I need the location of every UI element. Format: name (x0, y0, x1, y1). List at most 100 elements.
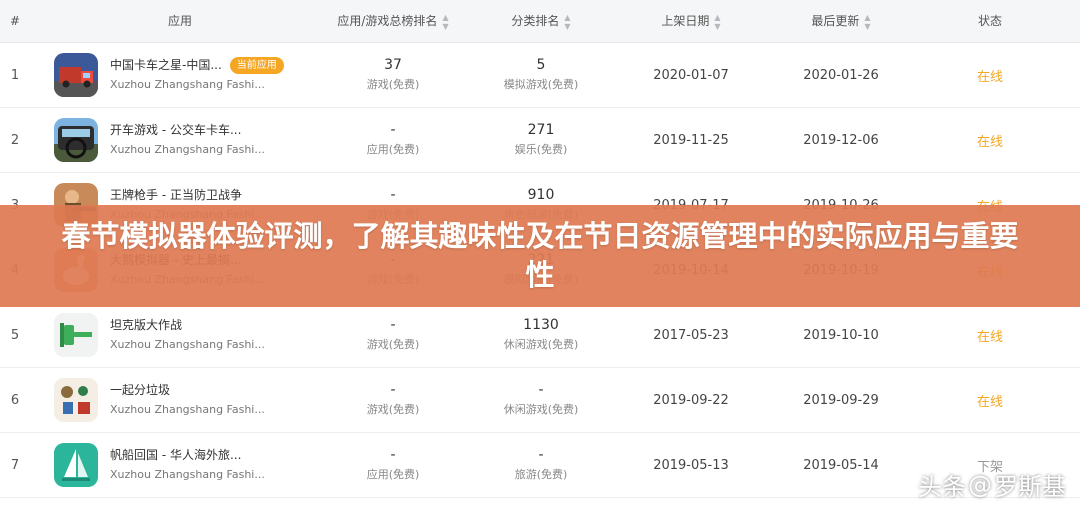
last-update-cell: 2020-01-26 (766, 43, 916, 107)
last-update-cell: 2019-05-14 (766, 433, 916, 497)
header-total-rank[interactable]: 应用/游戏总榜排名 ▲ ▼ (318, 0, 468, 42)
at-icon: @ (968, 470, 992, 499)
total-rank-cell: - 游戏(免费) (318, 303, 468, 367)
status-cell: 在线 (940, 303, 1040, 367)
last-update-cell: 2019-09-29 (766, 368, 916, 432)
total-rank-category: 应用(免费) (366, 143, 420, 156)
launch-date: 2019-11-25 (653, 132, 729, 148)
rank-cell: 7 (0, 433, 30, 497)
category-rank-value: - (538, 382, 544, 398)
total-rank-value: - (390, 382, 396, 398)
last-update-date: 2019-09-29 (803, 392, 879, 408)
category-rank-value: 1130 (523, 317, 559, 333)
app-cell[interactable]: 中国卡车之星-中国... 当前应用 Xuzhou Zhangshang Fashi.… (54, 43, 314, 107)
developer-name: Xuzhou Zhangshang Fashi... (110, 403, 265, 416)
sort-icon[interactable]: ▲ ▼ (442, 13, 448, 31)
category-rank-value: 910 (527, 187, 555, 203)
developer-name: Xuzhou Zhangshang Fashi... (110, 78, 265, 91)
header-app: 应用 (167, 14, 192, 28)
total-rank-value: - (390, 447, 396, 463)
status-badge: 在线 (976, 69, 1003, 85)
category-rank-category: 休闲游戏(免费) (503, 403, 579, 416)
table-row[interactable]: 6 一起分垃圾 Xuzhou Zhangshang Fashi... - 游戏(免费) -… (0, 368, 1080, 433)
bus-driving-icon[interactable] (54, 118, 98, 162)
rank-cell: 1 (0, 43, 30, 107)
article-title: 春节模拟器体验评测，了解其趣味性及在节日资源管理中的实际应用与重要性 (61, 219, 1019, 292)
total-rank-value: - (390, 122, 396, 138)
category-rank-category: 模拟游戏(免费) (503, 78, 579, 91)
launch-date: 2017-05-23 (653, 327, 729, 343)
last-update-date: 2019-05-14 (803, 457, 879, 473)
table-row[interactable]: 5 坦克版大作战 Xuzhou Zhangshang Fashi... - 游戏(免费)… (0, 303, 1080, 368)
app-cell[interactable]: 开车游戏 - 公交车卡车... Xuzhou Zhangshang Fashi..… (54, 108, 314, 172)
launch-date: 2019-09-22 (653, 392, 729, 408)
category-rank-value: 271 (527, 122, 555, 138)
total-rank-value: - (390, 317, 396, 333)
table-row[interactable]: 2 开车游戏 - 公交车卡车... Xuzhou Zhangshang Fashi.… (0, 108, 1080, 173)
watermark-name: 罗斯基 (994, 473, 1066, 501)
header-category-rank[interactable]: 分类排名 ▲ ▼ (466, 0, 616, 42)
last-update-date: 2019-10-10 (803, 327, 879, 343)
rank-cell: 2 (0, 108, 30, 172)
header-launch-date[interactable]: 上架日期 ▲ ▼ (616, 0, 766, 42)
total-rank-category: 应用(免费) (366, 468, 420, 481)
header-rank: # (9, 14, 21, 28)
launch-date-cell: 2019-11-25 (616, 108, 766, 172)
launch-date: 2020-01-07 (653, 67, 729, 83)
developer-name: Xuzhou Zhangshang Fashi... (110, 143, 265, 156)
status-badge: 在线 (976, 134, 1003, 150)
app-name[interactable]: 中国卡车之星-中国... (110, 58, 222, 72)
sailboat-icon[interactable] (54, 443, 98, 487)
total-rank-value: - (390, 187, 396, 203)
rank-number: 7 (10, 457, 20, 473)
category-rank-cell: 5 模拟游戏(免费) (466, 43, 616, 107)
total-rank-cell: - 游戏(免费) (318, 368, 468, 432)
status-cell: 在线 (940, 108, 1040, 172)
total-rank-cell: - 应用(免费) (318, 108, 468, 172)
truck-game-icon[interactable] (54, 53, 98, 97)
last-update-date: 2020-01-26 (803, 67, 879, 83)
table-header: # 应用 应用/游戏总榜排名 ▲ ▼ 分类排名 ▲ ▼ 上架日期 ▲ ▼ 最后更新 ▲ ▼ 状态 (0, 0, 1080, 43)
launch-date: 2019-05-13 (653, 457, 729, 473)
app-cell[interactable]: 帆船回国 - 华人海外旅... Xuzhou Zhangshang Fashi..… (54, 433, 314, 497)
total-rank-cell: 37 游戏(免费) (318, 43, 468, 107)
app-name[interactable]: 王牌枪手 - 正当防卫战争 (110, 188, 242, 202)
category-rank-category: 旅游(免费) (514, 468, 568, 481)
total-rank-value: 37 (384, 57, 402, 73)
status-cell: 在线 (940, 43, 1040, 107)
category-rank-cell: - 旅游(免费) (466, 433, 616, 497)
tank-game-icon[interactable] (54, 313, 98, 357)
article-title-banner: 春节模拟器体验评测，了解其趣味性及在节日资源管理中的实际应用与重要性 (0, 205, 1080, 307)
table-row[interactable]: 1 中国卡车之星-中国... 当前应用 Xuzhou Zhangshang Fashi… (0, 43, 1080, 108)
last-update-cell: 2019-12-06 (766, 108, 916, 172)
launch-date-cell: 2020-01-07 (616, 43, 766, 107)
category-rank-cell: - 休闲游戏(免费) (466, 368, 616, 432)
app-name[interactable]: 一起分垃圾 (110, 383, 170, 397)
category-rank-cell: 1130 休闲游戏(免费) (466, 303, 616, 367)
sort-icon[interactable]: ▲ ▼ (714, 13, 720, 31)
rank-number: 6 (10, 392, 20, 408)
app-name[interactable]: 坦克版大作战 (110, 318, 182, 332)
current-app-badge: 当前应用 (229, 57, 284, 74)
rank-cell: 5 (0, 303, 30, 367)
last-update-cell: 2019-10-10 (766, 303, 916, 367)
app-name[interactable]: 开车游戏 - 公交车卡车... (110, 123, 241, 137)
category-rank-category: 休闲游戏(免费) (503, 338, 579, 351)
launch-date-cell: 2019-05-13 (616, 433, 766, 497)
sort-icon[interactable]: ▲ ▼ (564, 13, 570, 31)
status-badge: 在线 (976, 329, 1003, 345)
app-cell[interactable]: 坦克版大作战 Xuzhou Zhangshang Fashi... (54, 303, 314, 367)
status-cell: 在线 (940, 368, 1040, 432)
garbage-sort-icon[interactable] (54, 378, 98, 422)
launch-date-cell: 2017-05-23 (616, 303, 766, 367)
sort-icon[interactable]: ▲ ▼ (864, 13, 870, 31)
developer-name: Xuzhou Zhangshang Fashi... (110, 338, 265, 351)
rank-cell: 6 (0, 368, 30, 432)
category-rank-category: 娱乐(免费) (514, 143, 568, 156)
app-cell[interactable]: 一起分垃圾 Xuzhou Zhangshang Fashi... (54, 368, 314, 432)
launch-date-cell: 2019-09-22 (616, 368, 766, 432)
app-name[interactable]: 帆船回国 - 华人海外旅... (110, 448, 241, 462)
header-last-update[interactable]: 最后更新 ▲ ▼ (766, 0, 916, 42)
total-rank-category: 游戏(免费) (366, 338, 420, 351)
status-badge: 在线 (976, 394, 1003, 410)
